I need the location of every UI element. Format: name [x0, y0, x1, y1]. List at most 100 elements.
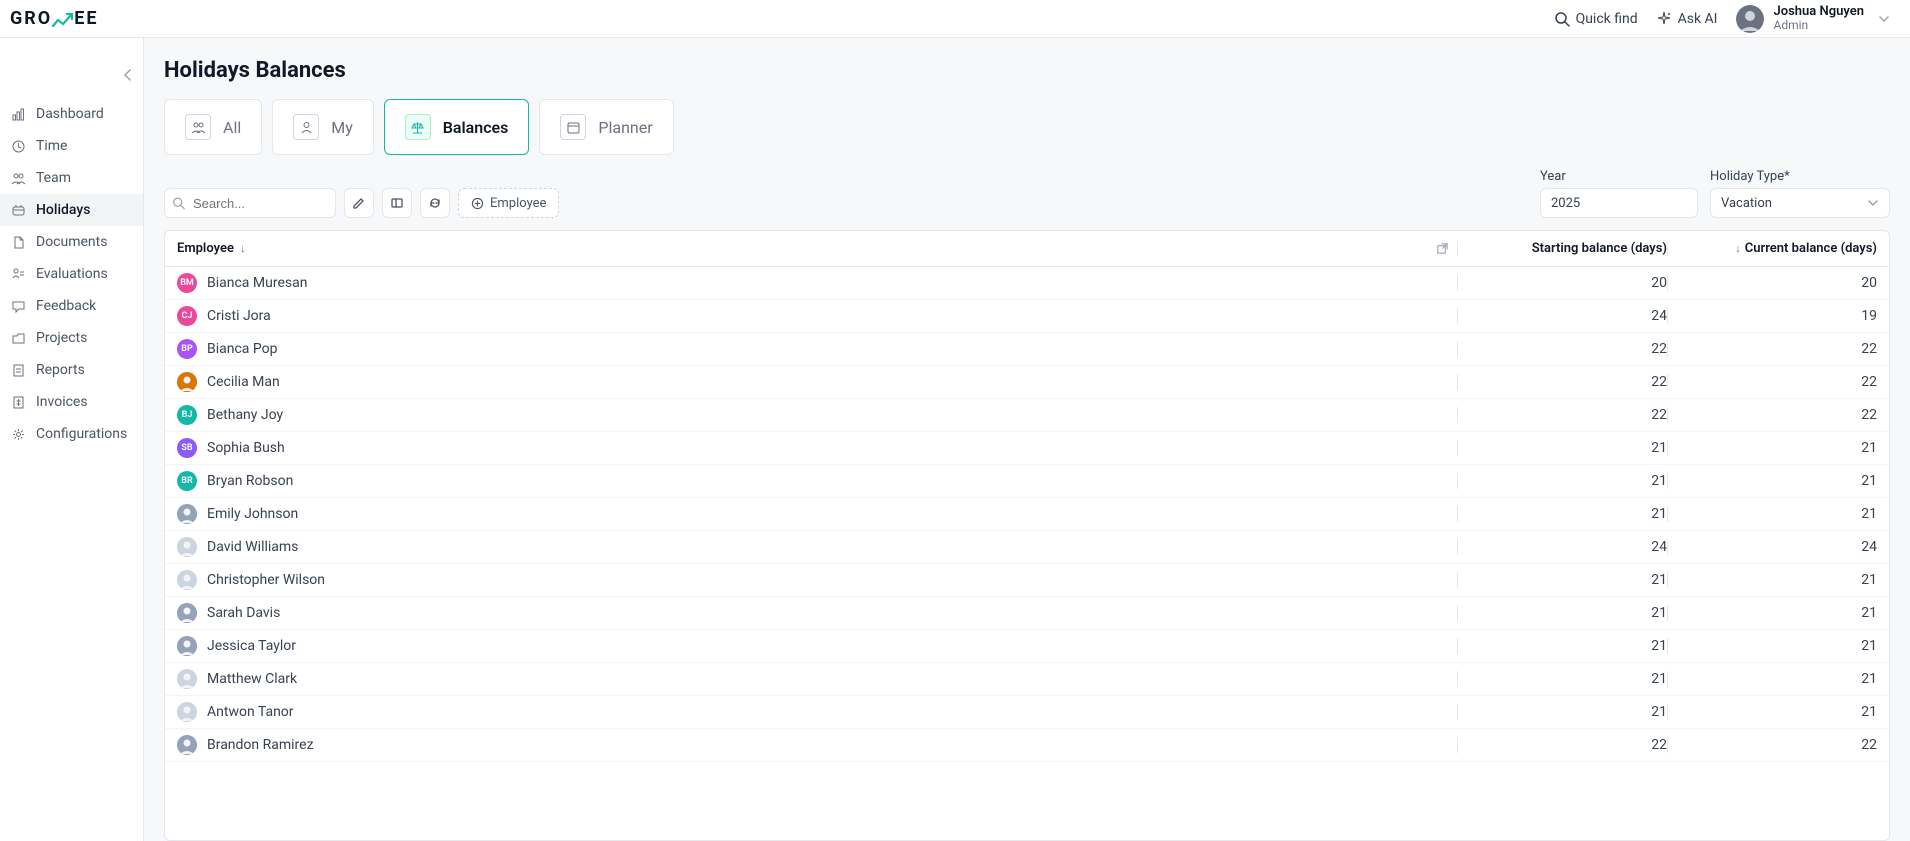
employee-filter-label: Employee [490, 196, 546, 211]
starting-balance-cell: 22 [1457, 341, 1667, 357]
sidebar-item-time[interactable]: Time [0, 130, 143, 162]
employee-name: Christopher Wilson [207, 572, 325, 588]
table-row[interactable]: Christopher Wilson2121 [165, 564, 1889, 597]
sidebar-item-label: Team [36, 170, 71, 186]
sidebar-item-holidays[interactable]: Holidays [0, 194, 143, 226]
table-row[interactable]: Antwon Tanor2121 [165, 696, 1889, 729]
user-menu[interactable]: Joshua Nguyen Admin [1736, 5, 1891, 33]
sidebar-collapse-button[interactable] [121, 68, 135, 82]
ask-ai-button[interactable]: Ask AI [1656, 11, 1718, 27]
starting-balance-cell: 22 [1457, 737, 1667, 753]
sidebar-item-label: Feedback [36, 298, 96, 314]
sidebar-item-reports[interactable]: Reports [0, 354, 143, 386]
table-row[interactable]: Jessica Taylor2121 [165, 630, 1889, 663]
employee-name: Bethany Joy [207, 407, 283, 423]
page-title: Holidays Balances [164, 58, 1890, 83]
employee-filter-button[interactable]: Employee [458, 188, 559, 218]
column-header-employee[interactable]: Employee ↓ [177, 241, 1427, 256]
refresh-button[interactable] [420, 188, 450, 218]
employee-avatar [177, 372, 197, 392]
invoices-icon [10, 394, 26, 410]
current-balance-cell: 21 [1667, 440, 1877, 456]
dashboard-icon [10, 106, 26, 122]
ask-ai-label: Ask AI [1678, 11, 1718, 27]
time-icon [10, 138, 26, 154]
tab-label: My [331, 118, 353, 137]
starting-balance-cell: 21 [1457, 440, 1667, 456]
sidebar-item-label: Configurations [36, 426, 127, 442]
table-row[interactable]: Cecilia Man2222 [165, 366, 1889, 399]
documents-icon [10, 234, 26, 250]
column-header-current-balance[interactable]: ↓ Current balance (days) [1667, 241, 1877, 256]
tab-my[interactable]: My [272, 99, 374, 155]
current-balance-cell: 22 [1667, 737, 1877, 753]
sidebar-item-configurations[interactable]: Configurations [0, 418, 143, 450]
tab-label: Balances [443, 118, 509, 137]
employee-avatar [177, 603, 197, 623]
table-row[interactable]: Matthew Clark2121 [165, 663, 1889, 696]
employee-name: Jessica Taylor [207, 638, 296, 654]
table-row[interactable]: Emily Johnson2121 [165, 498, 1889, 531]
search-icon [1554, 11, 1570, 27]
employee-name: Bianca Muresan [207, 275, 307, 291]
table-row[interactable]: BMBianca Muresan2020 [165, 267, 1889, 300]
tab-balances[interactable]: Balances [384, 99, 530, 155]
sidebar-item-label: Reports [36, 362, 85, 378]
column-separator-icon [1427, 242, 1457, 255]
employee-avatar [177, 636, 197, 656]
quick-find-button[interactable]: Quick find [1554, 11, 1638, 27]
table-row[interactable]: BPBianca Pop2222 [165, 333, 1889, 366]
holiday-type-select-value: Vacation [1721, 196, 1772, 211]
quick-find-label: Quick find [1576, 11, 1638, 27]
employee-name: Sophia Bush [207, 440, 285, 456]
starting-balance-cell: 21 [1457, 704, 1667, 720]
configurations-icon [10, 426, 26, 442]
employee-name: Bianca Pop [207, 341, 277, 357]
sidebar-item-evaluations[interactable]: Evaluations [0, 258, 143, 290]
employee-name: Brandon Ramirez [207, 737, 314, 753]
holiday-type-select[interactable]: Vacation [1710, 188, 1890, 218]
tab-planner[interactable]: Planner [539, 99, 673, 155]
table-row[interactable]: Sarah Davis2121 [165, 597, 1889, 630]
employee-name: Cristi Jora [207, 308, 271, 324]
employee-avatar [177, 669, 197, 689]
table-row[interactable]: SBSophia Bush2121 [165, 432, 1889, 465]
user-role: Admin [1774, 19, 1865, 32]
edit-button[interactable] [344, 188, 374, 218]
table-row[interactable]: CJCristi Jora2419 [165, 300, 1889, 333]
table-row[interactable]: BRBryan Robson2121 [165, 465, 1889, 498]
table-row[interactable]: Brandon Ramirez 2222 [165, 729, 1889, 762]
sidebar-item-dashboard[interactable]: Dashboard [0, 98, 143, 130]
search-input[interactable] [164, 188, 336, 218]
sidebar-item-projects[interactable]: Projects [0, 322, 143, 354]
sparkle-icon [1656, 11, 1672, 27]
sidebar-item-label: Dashboard [36, 106, 104, 122]
search-input-wrapper [164, 188, 336, 218]
columns-button[interactable] [382, 188, 412, 218]
table-row[interactable]: David Williams2424 [165, 531, 1889, 564]
sidebar-item-documents[interactable]: Documents [0, 226, 143, 258]
sidebar-item-invoices[interactable]: Invoices [0, 386, 143, 418]
employee-avatar [177, 702, 197, 722]
current-balance-cell: 21 [1667, 704, 1877, 720]
starting-balance-cell: 20 [1457, 275, 1667, 291]
starting-balance-cell: 21 [1457, 473, 1667, 489]
employee-avatar [177, 570, 197, 590]
sidebar-item-label: Documents [36, 234, 107, 250]
sidebar-item-label: Time [36, 138, 67, 154]
logo-icon [52, 12, 74, 30]
projects-icon [10, 330, 26, 346]
column-header-starting-balance[interactable]: Starting balance (days) [1457, 241, 1667, 256]
table-row[interactable]: BJBethany Joy2222 [165, 399, 1889, 432]
current-balance-cell: 21 [1667, 572, 1877, 588]
current-balance-cell: 21 [1667, 506, 1877, 522]
brand-logo[interactable]: GRO EE [10, 8, 98, 29]
chevron-down-icon [1867, 197, 1879, 209]
sidebar-item-feedback[interactable]: Feedback [0, 290, 143, 322]
employee-name: Bryan Robson [207, 473, 293, 489]
employee-avatar: BM [177, 273, 197, 293]
external-link-icon [1436, 242, 1449, 255]
tab-all[interactable]: All [164, 99, 262, 155]
year-select[interactable]: 2025 [1540, 188, 1698, 218]
sidebar-item-team[interactable]: Team [0, 162, 143, 194]
